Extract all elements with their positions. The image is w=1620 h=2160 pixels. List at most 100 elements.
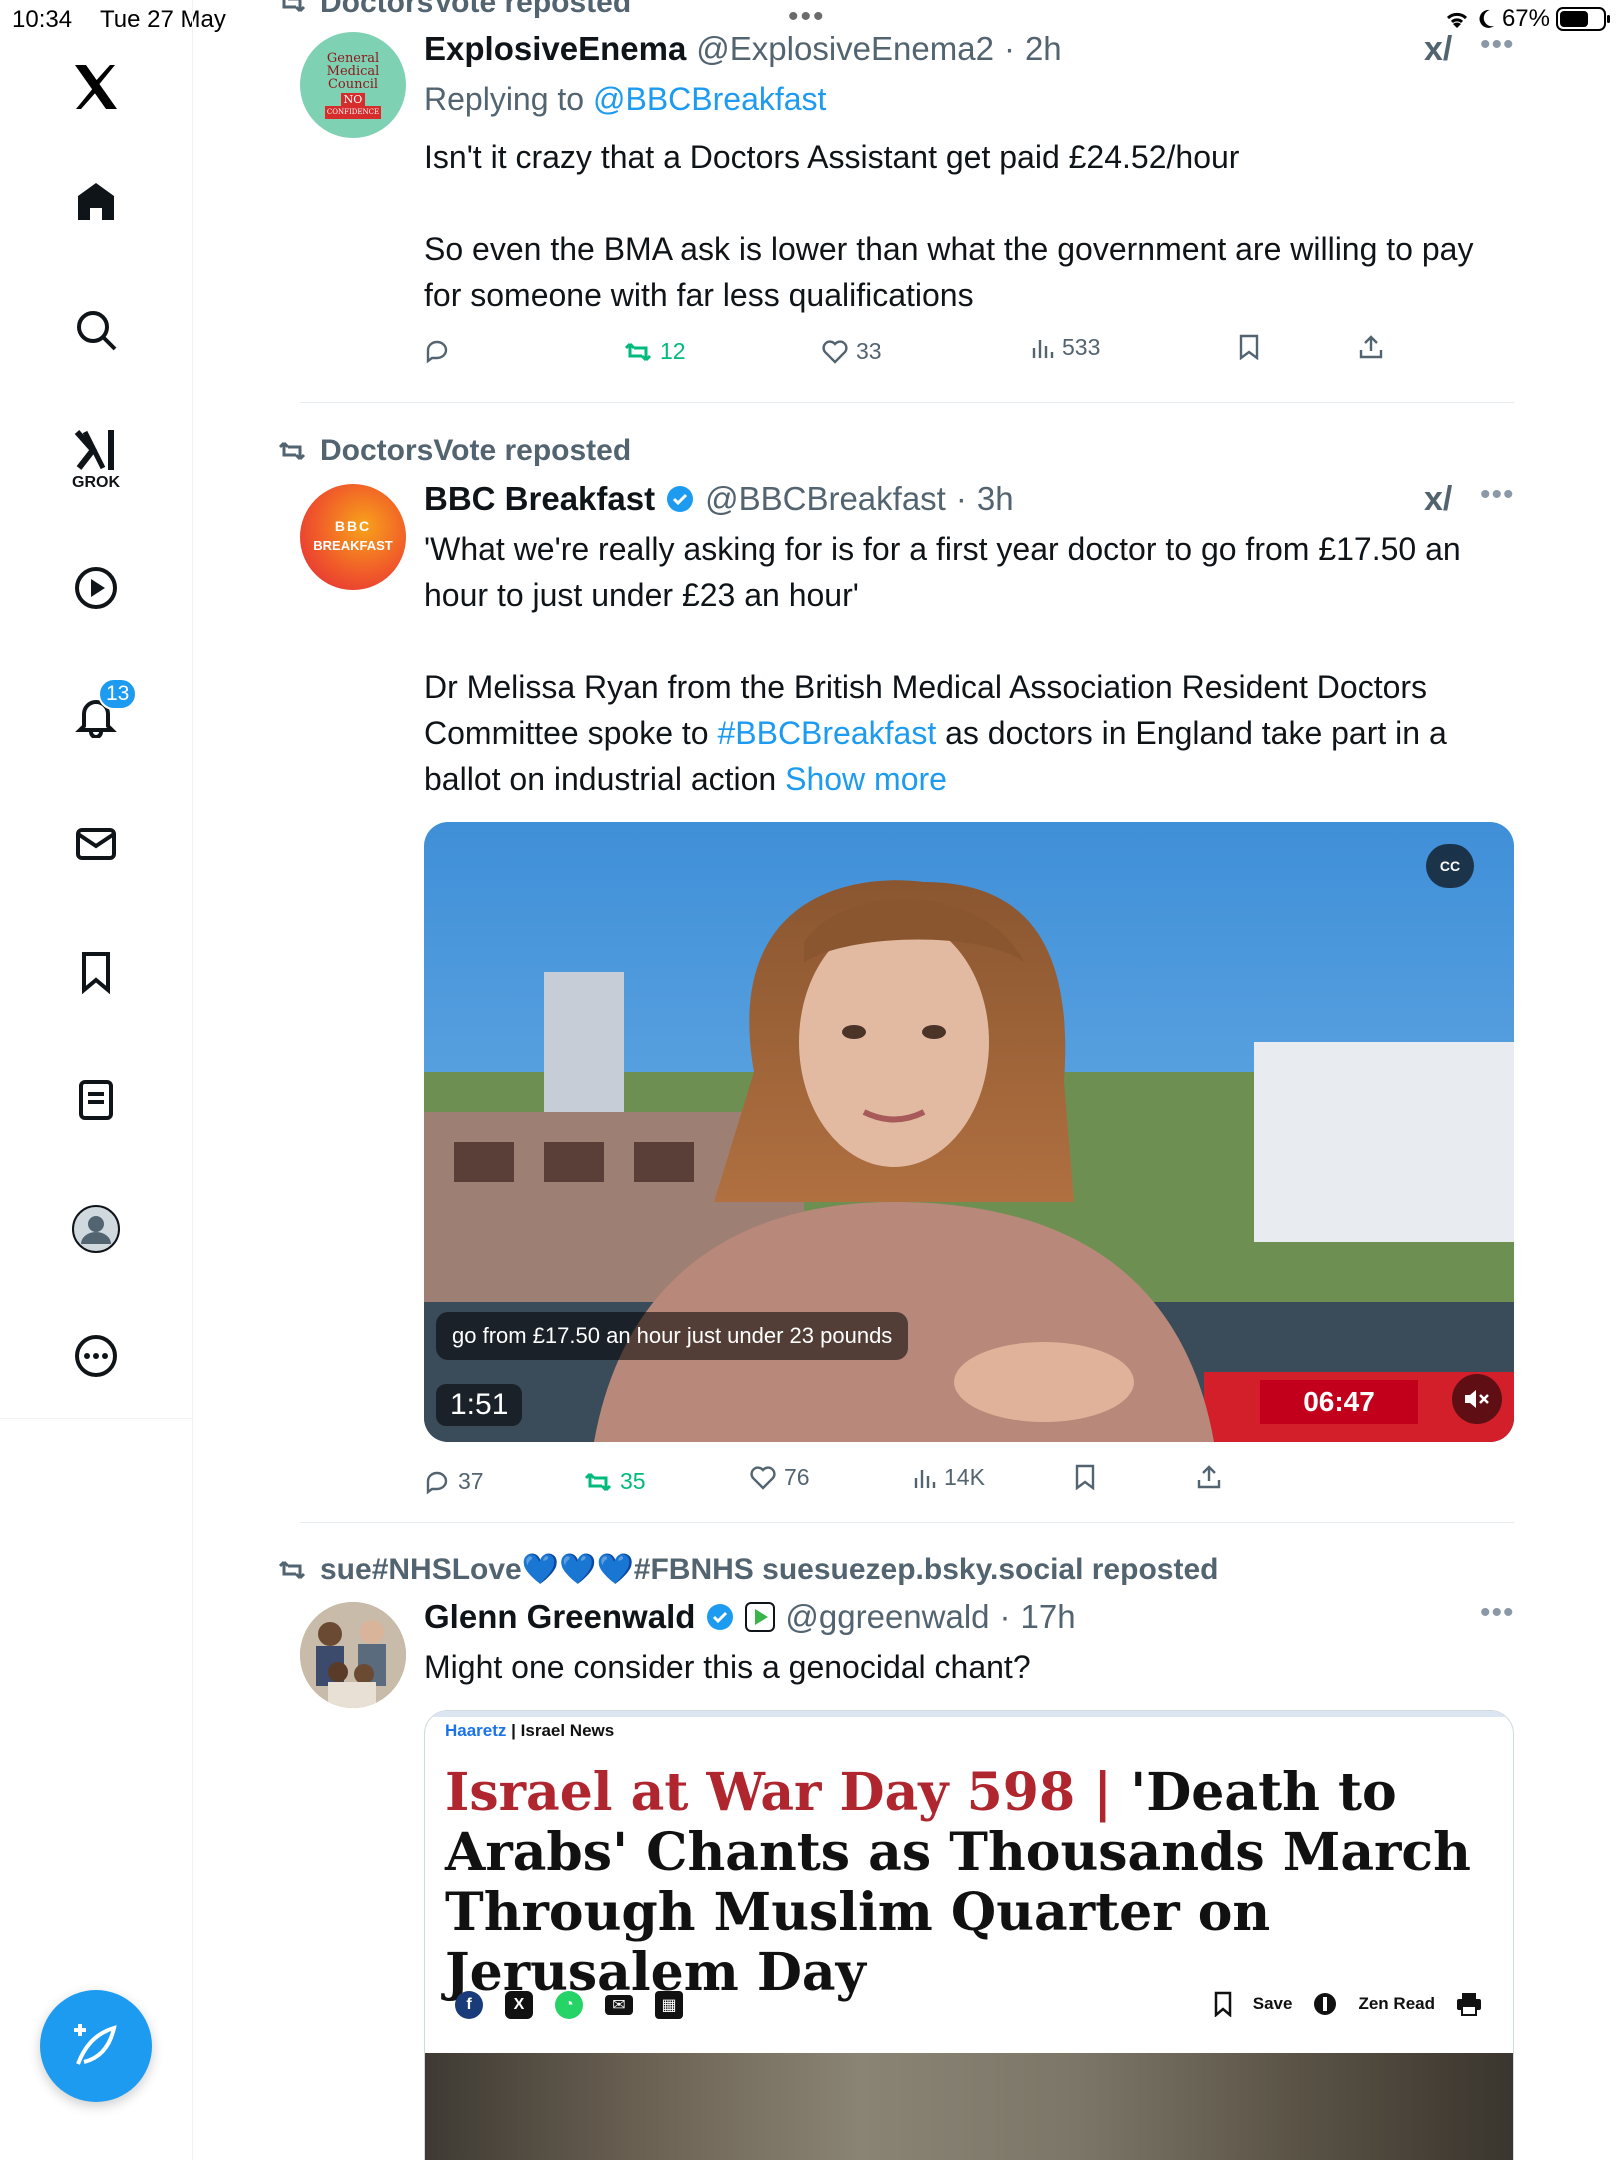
like-count: 33 bbox=[856, 338, 882, 364]
views-chart-icon bbox=[914, 1469, 936, 1488]
handle[interactable]: @BBCBreakfast bbox=[705, 480, 946, 518]
repost-context[interactable]: DoctorsVote reposted bbox=[278, 434, 631, 468]
grok-icon bbox=[74, 430, 114, 470]
more-options-icon[interactable]: ••• bbox=[1480, 1596, 1515, 1630]
headline-prefix: Israel at War Day 598 | bbox=[445, 1762, 1131, 1823]
save-label: Save bbox=[1252, 1994, 1293, 2013]
reply-icon bbox=[426, 1471, 448, 1494]
share-button[interactable] bbox=[1196, 1464, 1222, 1490]
display-name[interactable]: ExplosiveEnema bbox=[424, 30, 686, 68]
reply-icon bbox=[426, 340, 448, 364]
closed-captions-button[interactable]: CC bbox=[1426, 844, 1474, 888]
gift-icon: ▦ bbox=[655, 1991, 683, 2019]
verified-badge-icon bbox=[667, 486, 694, 512]
repost-context-label: DoctorsVote reposted bbox=[320, 0, 632, 19]
show-more-link[interactable]: Show more bbox=[785, 761, 947, 797]
tweet-separator bbox=[300, 402, 1514, 403]
profile-avatar-icon[interactable] bbox=[71, 1204, 121, 1254]
bookmark-button[interactable] bbox=[1074, 1464, 1096, 1490]
tweet-explosiveenema[interactable]: General Medical Council NO CONFIDENCE Ex… bbox=[300, 28, 1515, 400]
hashtag-link[interactable]: #BBCBreakfast bbox=[717, 715, 936, 751]
tweet-text: 'What we're really asking for is for a f… bbox=[424, 526, 1514, 848]
share-icons-row: f X ◔ ✉ ▦ bbox=[455, 1991, 683, 2019]
avatar-text: BBC bbox=[334, 518, 372, 534]
repost-context-top[interactable]: DoctorsVote reposted bbox=[278, 0, 631, 20]
repost-context-label: sue#NHSLove💙💙💙#FBNHS suesuezep.bsky.soci… bbox=[320, 1553, 1219, 1586]
avatar-text: Council bbox=[327, 76, 379, 92]
handle[interactable]: @ExplosiveEnema2 bbox=[696, 30, 994, 68]
video-duration: 1:51 bbox=[436, 1384, 523, 1426]
repost-context[interactable]: sue#NHSLove💙💙💙#FBNHS suesuezep.bsky.soci… bbox=[278, 1552, 1218, 1587]
notification-badge: 13 bbox=[98, 678, 138, 710]
video-play-icon[interactable] bbox=[74, 566, 118, 610]
views-button[interactable]: 14K bbox=[912, 1464, 985, 1491]
share-button[interactable] bbox=[1358, 334, 1384, 360]
tweet-actions: 12 33 533 bbox=[424, 334, 1424, 378]
compose-post-button[interactable] bbox=[40, 1990, 152, 2102]
article-headline: Israel at War Day 598 | 'Death to Arabs'… bbox=[445, 1763, 1485, 2003]
view-count: 533 bbox=[1062, 334, 1101, 360]
timestamp[interactable]: 2h bbox=[1025, 30, 1062, 68]
timestamp[interactable]: 17h bbox=[1021, 1598, 1076, 1636]
tweet-header: Glenn Greenwald @ggreenwald · 17h bbox=[424, 1598, 1076, 1636]
like-count: 76 bbox=[784, 1464, 810, 1490]
grok-nav-item[interactable]: GROK bbox=[72, 428, 120, 492]
repost-button[interactable]: 35 bbox=[584, 1468, 646, 1495]
avatar-text: CONFIDENCE bbox=[324, 105, 382, 119]
lists-icon[interactable] bbox=[74, 1078, 118, 1122]
repost-icon bbox=[624, 342, 652, 361]
bookmark-icon[interactable] bbox=[74, 950, 118, 994]
grok-explain-icon[interactable]: x/ bbox=[1424, 480, 1452, 519]
like-button[interactable]: 33 bbox=[822, 338, 882, 365]
card-top-accent bbox=[425, 1711, 1513, 1717]
tweet-paragraph: So even the BMA ask is lower than what t… bbox=[424, 231, 1474, 313]
sidebar: GROK 13 bbox=[0, 0, 193, 2160]
mute-button[interactable] bbox=[1452, 1374, 1502, 1424]
view-count: 14K bbox=[944, 1464, 985, 1490]
messages-envelope-icon[interactable] bbox=[74, 822, 118, 866]
more-options-icon[interactable]: ••• bbox=[1480, 478, 1515, 512]
separator: · bbox=[955, 480, 967, 517]
save-bookmark-icon bbox=[1214, 1991, 1232, 2017]
article-card[interactable]: Haaretz | Israel News Israel at War Day … bbox=[424, 1710, 1514, 2160]
x-share-icon: X bbox=[505, 1991, 533, 2019]
repost-icon bbox=[281, 0, 306, 13]
heart-icon bbox=[822, 339, 848, 364]
handle[interactable]: @ggreenwald bbox=[785, 1598, 989, 1636]
facebook-icon: f bbox=[455, 1991, 483, 2019]
avatar[interactable]: General Medical Council NO CONFIDENCE bbox=[300, 32, 406, 138]
broadcast-clock: 06:47 bbox=[1260, 1380, 1418, 1424]
reply-button[interactable]: 37 bbox=[424, 1468, 484, 1495]
share-icon bbox=[1197, 1465, 1221, 1489]
like-button[interactable]: 76 bbox=[750, 1464, 810, 1491]
tweet-actions: 37 35 76 14K bbox=[424, 1464, 1424, 1508]
repost-button[interactable]: 12 bbox=[624, 338, 686, 365]
more-circle-icon[interactable] bbox=[74, 1334, 118, 1378]
avatar-text: NO bbox=[340, 92, 366, 106]
avatar[interactable] bbox=[300, 1602, 406, 1708]
reply-button[interactable] bbox=[424, 338, 458, 364]
avatar-subtext: BREAKFAST bbox=[313, 538, 393, 553]
tweet-glenn-greenwald[interactable]: Glenn Greenwald @ggreenwald · 17h ••• Mi… bbox=[300, 1596, 1515, 2160]
notifications-bell-icon[interactable]: 13 bbox=[74, 678, 138, 738]
search-icon[interactable] bbox=[74, 308, 118, 352]
tweet-bbc-breakfast[interactable]: BBC BREAKFAST BBC Breakfast @BBCBreakfas… bbox=[300, 478, 1515, 1520]
grok-explain-icon[interactable]: x/ bbox=[1424, 30, 1452, 69]
video-player[interactable]: CC go from £17.50 an hour just under 23 … bbox=[424, 822, 1514, 1442]
bookmark-button[interactable] bbox=[1238, 334, 1260, 360]
reply-to-link[interactable]: @BBCBreakfast bbox=[593, 81, 826, 117]
section-name: Israel News bbox=[520, 1721, 615, 1740]
grok-label: GROK bbox=[72, 474, 120, 491]
timestamp[interactable]: 3h bbox=[977, 480, 1014, 518]
print-icon bbox=[1457, 1993, 1481, 2016]
x-logo-icon[interactable] bbox=[71, 62, 121, 112]
timeline-feed[interactable]: DoctorsVote reposted General Medical Cou… bbox=[193, 0, 1620, 2160]
home-icon[interactable] bbox=[74, 180, 118, 224]
email-icon: ✉ bbox=[605, 1995, 633, 2015]
display-name[interactable]: BBC Breakfast bbox=[424, 480, 655, 518]
display-name[interactable]: Glenn Greenwald bbox=[424, 1598, 695, 1636]
views-button[interactable]: 533 bbox=[1030, 334, 1100, 361]
avatar[interactable]: BBC BREAKFAST bbox=[300, 484, 406, 590]
more-options-icon[interactable]: ••• bbox=[1480, 28, 1515, 62]
avatar-text: General bbox=[326, 50, 380, 66]
